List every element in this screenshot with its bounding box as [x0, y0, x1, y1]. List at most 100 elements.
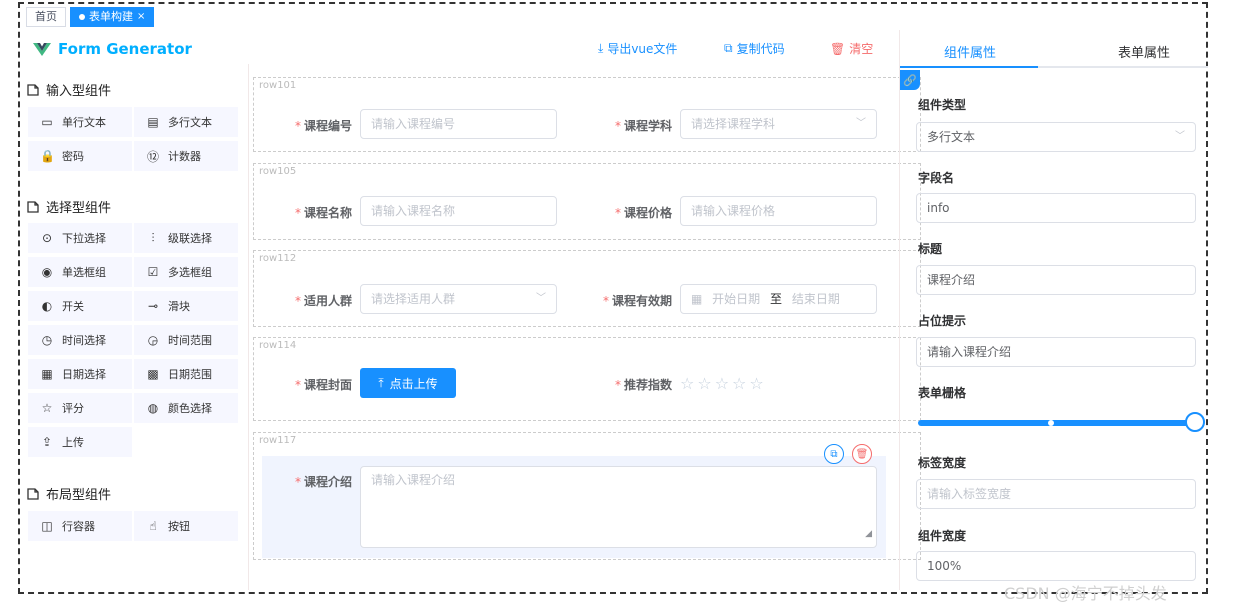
placeholder-input[interactable]: 请输入课程介绍	[916, 337, 1196, 367]
palette-item[interactable]: ▤ 多行文本	[134, 107, 238, 137]
clear-label: 清空	[849, 42, 874, 56]
component-width-input[interactable]: 100%	[916, 551, 1196, 581]
field-label: * 课程有效期	[602, 294, 672, 308]
tab-home[interactable]: 首页	[26, 7, 66, 27]
upload-button[interactable]: ⤒ 点击上传	[360, 368, 456, 398]
field-name-label: 字段名	[918, 171, 955, 185]
star-icon[interactable]: ☆	[749, 374, 763, 393]
palette-item[interactable]: ⑫ 计数器	[134, 141, 238, 171]
copy-item-icon[interactable]: ⧉	[824, 444, 844, 464]
component-width-label: 组件宽度	[918, 529, 967, 543]
component-type-select[interactable]: 多行文本 ﹀	[916, 122, 1196, 152]
palette-item-label: 评分	[62, 402, 84, 415]
palette-item[interactable]: ◫ 行容器	[28, 511, 132, 541]
label-width-label: 标签宽度	[918, 456, 967, 470]
audience-select[interactable]: 请选择适用人群 ﹀	[360, 284, 557, 314]
palette-item[interactable]: ⊸ 滑块	[134, 291, 238, 321]
palette-item-label: 多选框组	[168, 266, 212, 279]
palette-item-label: 下拉选择	[62, 232, 106, 245]
course-code-input[interactable]: 请输入课程编号	[360, 109, 557, 139]
star-icon: ☆	[41, 401, 53, 415]
brand-name: Form Generator	[58, 40, 192, 58]
slider-icon: ⊸	[147, 299, 159, 313]
palette-item-label: 单行文本	[62, 116, 106, 129]
slider-handle[interactable]	[1185, 412, 1205, 432]
copy-code-button[interactable]: ⧉ 复制代码	[724, 40, 785, 57]
palette-item[interactable]: 🔒 密码	[28, 141, 132, 171]
input-icon: ▭	[41, 115, 53, 129]
palette-item[interactable]: ⊙ 下拉选择	[28, 223, 132, 253]
select-icon: ⊙	[41, 231, 53, 245]
group-title: 布局型组件	[26, 484, 111, 503]
switch-icon: ◐	[41, 299, 53, 313]
tab-component-props[interactable]: 组件属性	[944, 42, 996, 61]
property-tabs: 组件属性 表单属性	[900, 30, 1208, 68]
star-icon[interactable]: ☆	[680, 374, 694, 393]
palette-item[interactable]: ☑ 多选框组	[134, 257, 238, 287]
palette-item-label: 行容器	[62, 520, 95, 533]
course-intro-textarea[interactable]: 请输入课程介绍 ◢	[360, 466, 877, 548]
placeholder-label: 占位提示	[918, 314, 967, 328]
star-icon[interactable]: ☆	[697, 374, 711, 393]
cascader-icon: ⫶	[151, 230, 155, 245]
course-price-input[interactable]: 请输入课程价格	[680, 196, 877, 226]
course-name-input[interactable]: 请输入课程名称	[360, 196, 557, 226]
resize-handle-icon[interactable]: ◢	[865, 521, 872, 547]
palette-item[interactable]: ☝ 按钮	[134, 511, 238, 541]
palette-item-label: 开关	[62, 300, 84, 313]
download-icon: ⤓	[598, 41, 604, 55]
palette-item[interactable]: ⫶ 级联选择	[134, 223, 238, 253]
textarea-icon: ▤	[147, 115, 159, 129]
palette-item-label: 计数器	[168, 150, 201, 163]
grid-span-label: 表单栅格	[918, 386, 967, 400]
palette-item[interactable]: ▩ 日期范围	[134, 359, 238, 389]
star-icon[interactable]: ☆	[732, 374, 746, 393]
palette-item[interactable]: ▭ 单行文本	[28, 107, 132, 137]
clear-button[interactable]: 🗑 清空	[830, 40, 873, 57]
counter-icon: ⑫	[146, 149, 159, 164]
label-width-input[interactable]: 请输入标签宽度	[916, 479, 1196, 509]
copy-icon: ⧉	[724, 41, 733, 55]
grid-span-slider[interactable]	[918, 420, 1195, 426]
palette-item[interactable]: ⇪ 上传	[28, 427, 132, 457]
close-icon[interactable]: ×	[137, 8, 145, 26]
tab-form-props[interactable]: 表单属性	[1118, 42, 1170, 61]
validity-date-range[interactable]: ▦ 开始日期 至 结束日期	[680, 284, 877, 314]
delete-item-icon[interactable]: 🗑	[852, 444, 872, 464]
field-label: * 课程编号	[294, 119, 352, 133]
link-icon[interactable]: 🔗	[900, 70, 920, 90]
field-name-input[interactable]: info	[916, 193, 1196, 223]
palette-item-label: 时间范围	[168, 334, 212, 347]
course-subject-select[interactable]: 请选择课程学科 ﹀	[680, 109, 877, 139]
rating-stars[interactable]: ☆ ☆ ☆ ☆ ☆	[680, 374, 764, 393]
field-label: * 适用人群	[294, 294, 352, 308]
slider-stop	[1048, 420, 1054, 426]
palette-item-label: 多行文本	[168, 116, 212, 129]
checkbox-icon: ☑	[147, 265, 159, 279]
row-icon: ◫	[41, 519, 53, 533]
active-tab-indicator	[900, 66, 1038, 68]
palette-item-label: 单选框组	[62, 266, 106, 279]
star-icon[interactable]: ☆	[715, 374, 729, 393]
palette-item-label: 时间选择	[62, 334, 106, 347]
row-container[interactable]: row114	[253, 337, 921, 421]
export-vue-button[interactable]: ⤓ 导出vue文件	[598, 40, 677, 57]
calendar-icon: ▦	[691, 292, 703, 306]
palette-item[interactable]: ☆ 评分	[28, 393, 132, 423]
palette-item[interactable]: ◍ 颜色选择	[134, 393, 238, 423]
palette-item[interactable]: ◶ 时间范围	[134, 325, 238, 355]
palette-item[interactable]: ▦ 日期选择	[28, 359, 132, 389]
group-title-label: 选择型组件	[46, 201, 112, 216]
date-range-icon: ▩	[147, 367, 159, 381]
palette-item[interactable]: ◐ 开关	[28, 291, 132, 321]
palette-item[interactable]: ◉ 单选框组	[28, 257, 132, 287]
radio-icon: ◉	[41, 265, 53, 279]
group-title-label: 输入型组件	[46, 84, 112, 99]
watermark: CSDN @海宁不掉头发	[1004, 584, 1167, 603]
row-id: row105	[259, 166, 297, 177]
tab-form-builder[interactable]: 表单构建 ×	[70, 7, 155, 27]
palette-item[interactable]: ◷ 时间选择	[28, 325, 132, 355]
upload-icon: ⇪	[41, 435, 53, 449]
title-input[interactable]: 课程介绍	[916, 265, 1196, 295]
palette-icon: ◍	[147, 401, 159, 415]
